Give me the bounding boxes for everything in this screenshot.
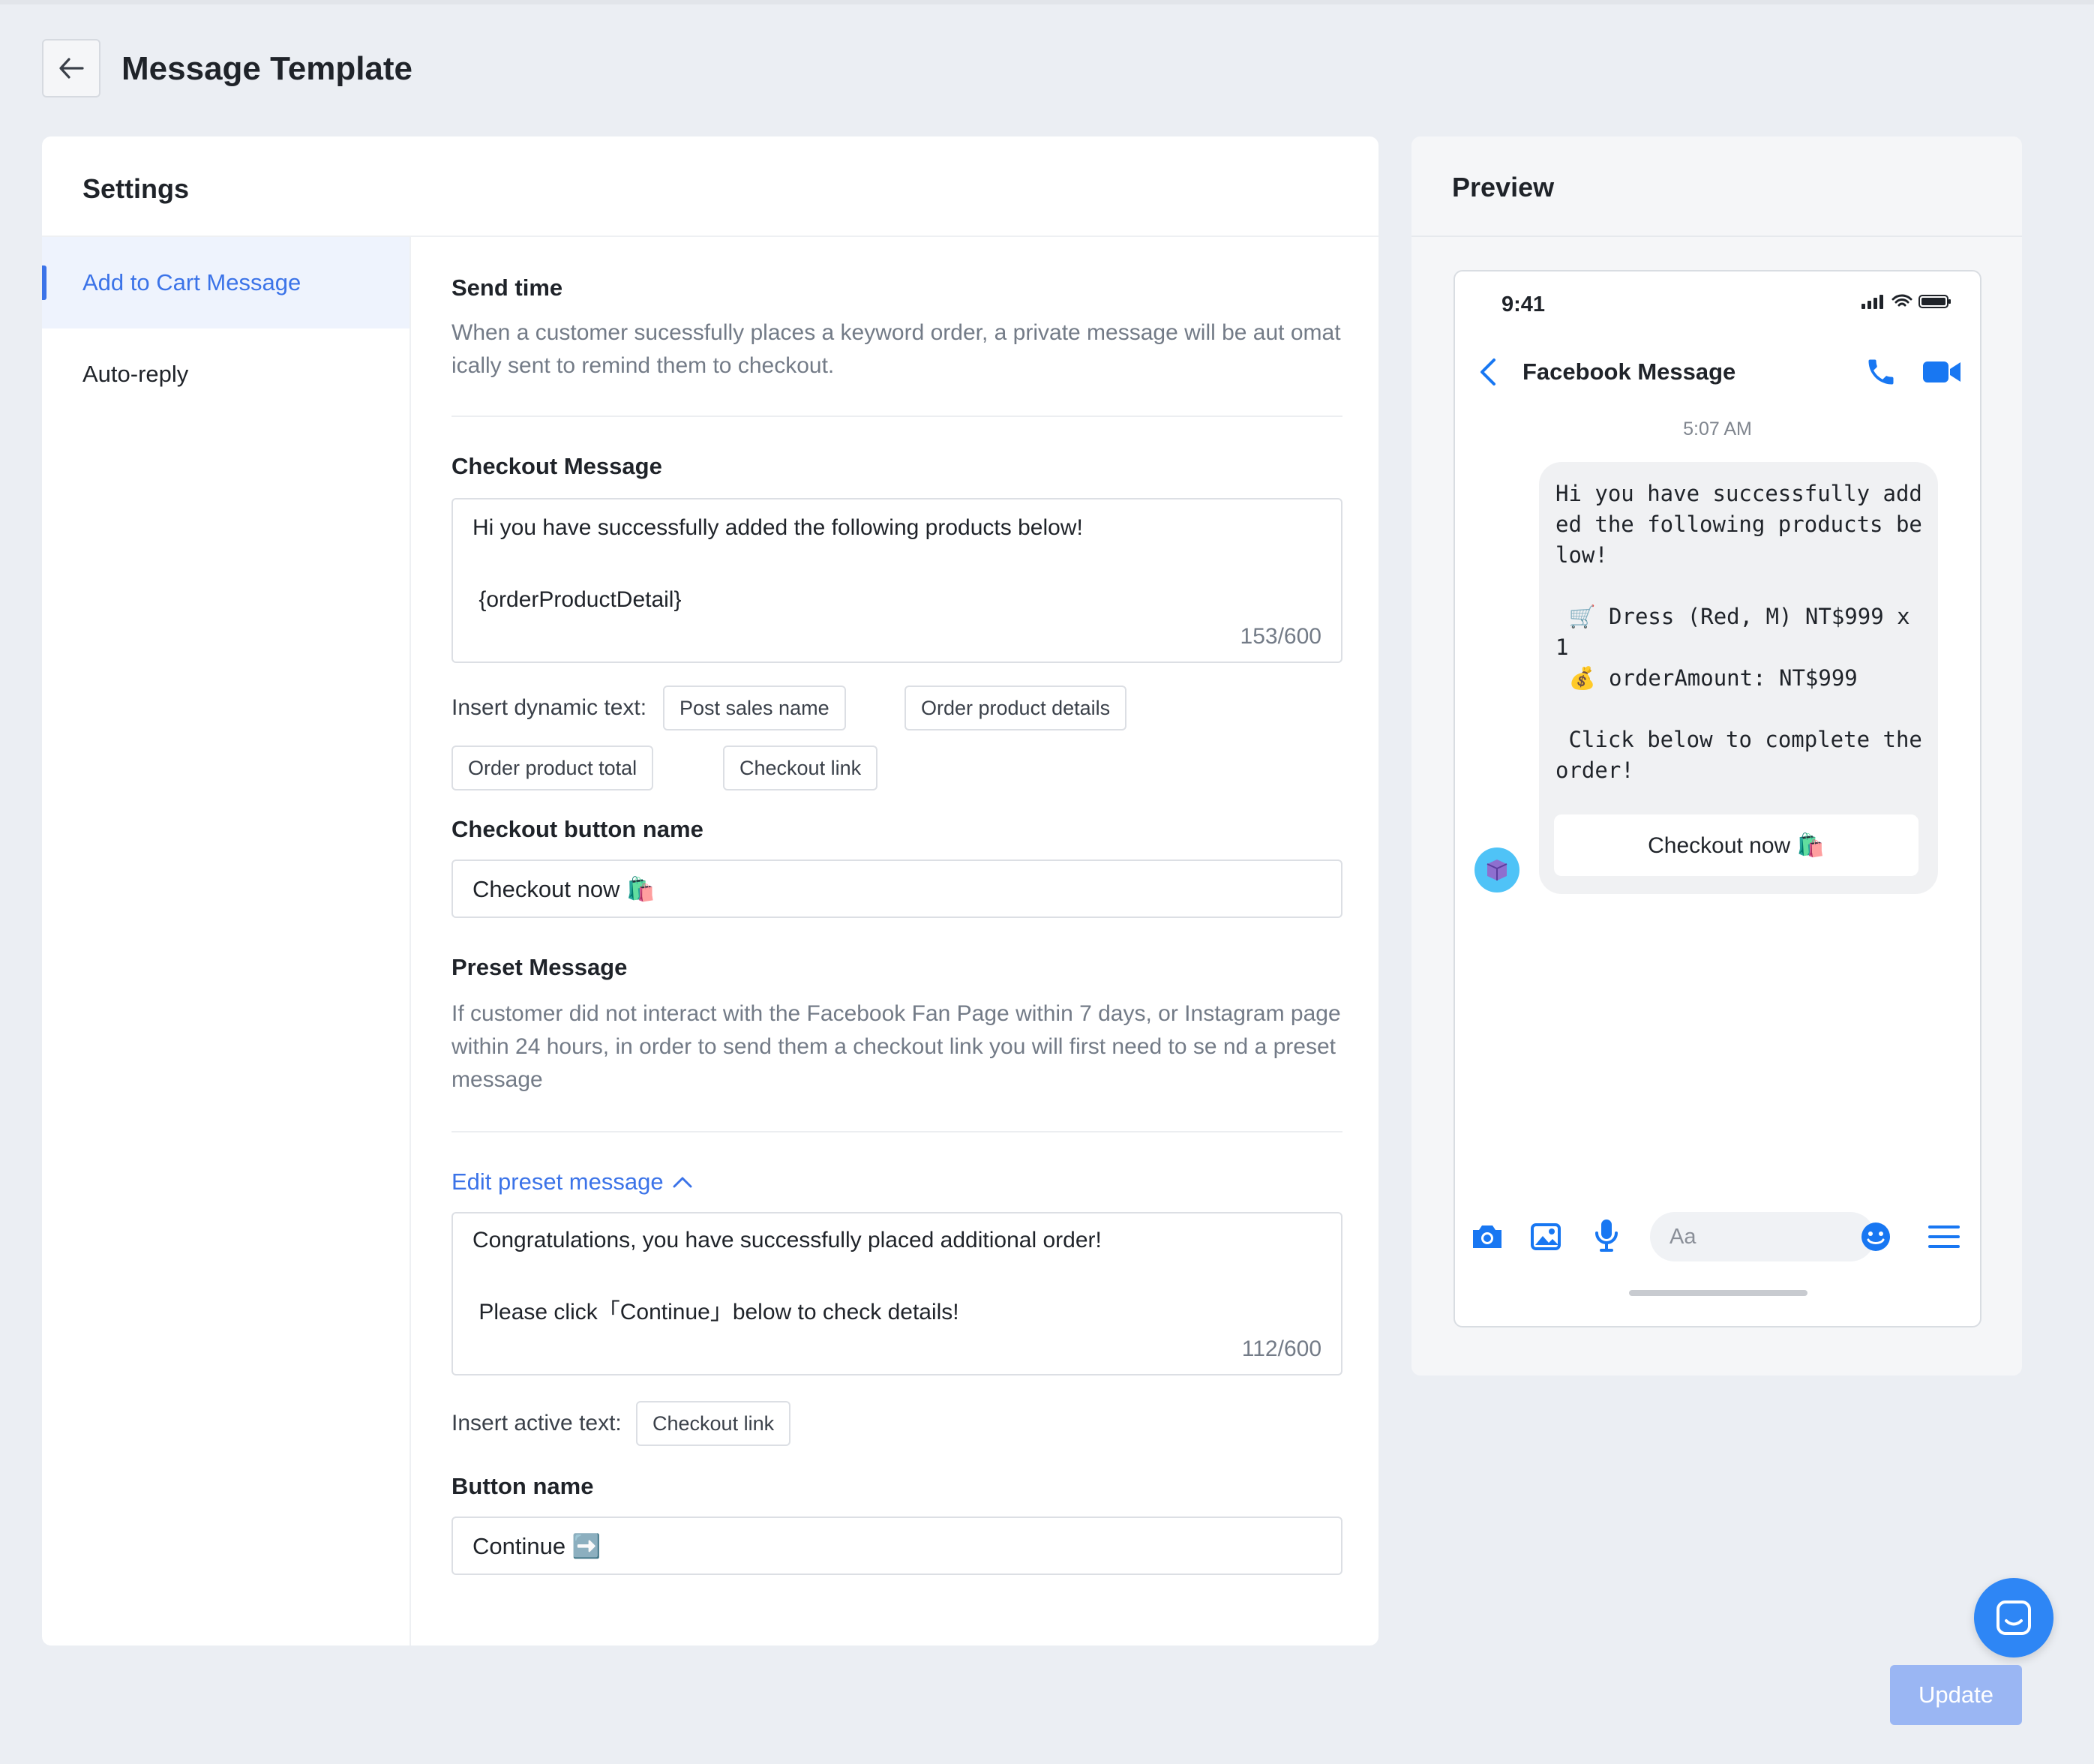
nav-item-label: Add to Cart Message [82,269,302,296]
checkout-message-line: {orderProductDetail} [472,587,682,612]
image-icon[interactable] [1530,1221,1562,1252]
chat-help-icon [1996,1600,2031,1635]
preset-message-counter: 112/600 [1241,1336,1322,1361]
chip-checkout-link[interactable]: Checkout link [723,746,878,790]
nav-item-add-to-cart-message[interactable]: Add to Cart Message [42,237,410,328]
chip-active-checkout-link[interactable]: Checkout link [636,1401,791,1446]
chip-order-product-details[interactable]: Order product details [904,686,1127,730]
message-input[interactable]: Aa [1650,1212,1875,1262]
insert-active-text-label: Insert active text: [452,1411,622,1436]
page-title: Message Template [122,50,413,87]
divider [452,1131,1342,1132]
chat-timestamp: 5:07 AM [1683,418,1752,440]
message-bubble: Hi you have successfully added the follo… [1539,462,1938,894]
preview-header-divider [1412,236,2022,237]
checkout-now-button[interactable]: Checkout now 🛍️ [1554,814,1918,876]
video-icon[interactable] [1922,357,1964,387]
avatar [1474,848,1520,892]
chat-help-button[interactable] [1974,1578,2054,1658]
button-name-input[interactable]: Continue ➡️ [452,1516,1342,1575]
battery-icon [1918,295,1951,308]
checkout-message-textarea[interactable]: Hi you have successfully added the follo… [452,498,1342,663]
edit-preset-message-toggle[interactable]: Edit preset message [452,1167,692,1197]
fb-back-icon[interactable] [1478,357,1498,387]
preset-message-line: Please click「Continue」below to check det… [472,1300,959,1324]
mic-icon[interactable] [1593,1218,1620,1252]
back-button[interactable] [42,39,100,98]
settings-side-nav: Add to Cart Message Auto-reply [42,237,411,1646]
status-icons [1862,294,1952,309]
checkout-button-name-label: Checkout button name [452,816,704,842]
signal-icon [1862,295,1883,309]
chevron-up-icon [673,1177,692,1188]
status-time: 9:41 [1502,292,1546,316]
chip-order-product-total[interactable]: Order product total [452,746,654,790]
messenger-header: Facebook Message [1455,344,1980,404]
phone-icon[interactable] [1864,356,1898,388]
emoji-icon[interactable] [1860,1221,1892,1252]
camera-icon[interactable] [1470,1222,1504,1251]
settings-card: Settings Add to Cart Message Auto-reply … [42,136,1378,1646]
divider [452,416,1342,417]
preview-title: Preview [1452,172,1555,202]
preset-message-textarea[interactable]: Congratulations, you have successfully p… [452,1212,1342,1376]
checkout-message-label: Checkout Message [452,453,662,479]
nav-item-auto-reply[interactable]: Auto-reply [42,328,410,420]
message-composer: Aa [1455,1209,1980,1269]
preview-card: Preview 9:41 Facebook Message 5:07 AM Hi… [1412,136,2022,1376]
back-arrow-icon [59,58,84,79]
send-time-label: Send time [452,274,563,301]
checkout-message-line: Hi you have successfully added the follo… [472,515,1083,540]
menu-icon[interactable] [1928,1224,1960,1250]
checkout-button-name-input[interactable]: Checkout now 🛍️ [452,860,1342,918]
nav-item-label: Auto-reply [82,361,189,387]
checkout-message-counter: 153/600 [1240,624,1322,649]
box-icon [1486,860,1508,880]
button-name-label: Button name [452,1473,594,1499]
edit-preset-message-label: Edit preset message [452,1168,664,1195]
preset-message-line: Congratulations, you have successfully p… [472,1228,1102,1252]
message-input-placeholder: Aa [1670,1224,1696,1249]
home-indicator [1629,1290,1808,1296]
insert-dynamic-text-label: Insert dynamic text: [452,695,647,720]
preset-message-help: If customer did not interact with the Fa… [452,1001,1341,1092]
settings-title: Settings [82,173,190,204]
update-button[interactable]: Update [1890,1665,2022,1725]
message-text: Hi you have successfully added the follo… [1556,481,1922,783]
top-strip [0,0,2094,4]
messenger-title: Facebook Message [1522,358,1736,385]
wifi-icon [1892,294,1912,307]
phone-mockup: 9:41 Facebook Message 5:07 AM Hi you hav… [1454,270,1982,1328]
chip-post-sales-name[interactable]: Post sales name [663,686,846,730]
preset-message-label: Preset Message [452,954,628,980]
send-time-help: When a customer sucessfully places a key… [452,320,1341,378]
